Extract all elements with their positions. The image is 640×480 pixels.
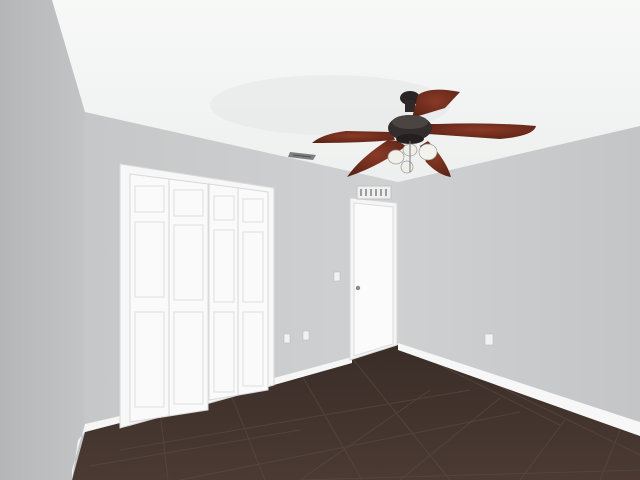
light-switch	[333, 271, 341, 282]
bifold-closet	[119, 163, 275, 429]
outlet-right	[484, 333, 494, 346]
wall-vent	[356, 185, 392, 200]
outlet-back-1	[283, 333, 291, 344]
outlet-back-2	[302, 330, 310, 341]
door-slab	[353, 202, 394, 357]
interior-door	[349, 197, 398, 361]
door-knob	[355, 285, 361, 291]
left-wall	[0, 0, 85, 480]
room-illustration	[0, 0, 640, 480]
room-photo	[0, 0, 640, 480]
